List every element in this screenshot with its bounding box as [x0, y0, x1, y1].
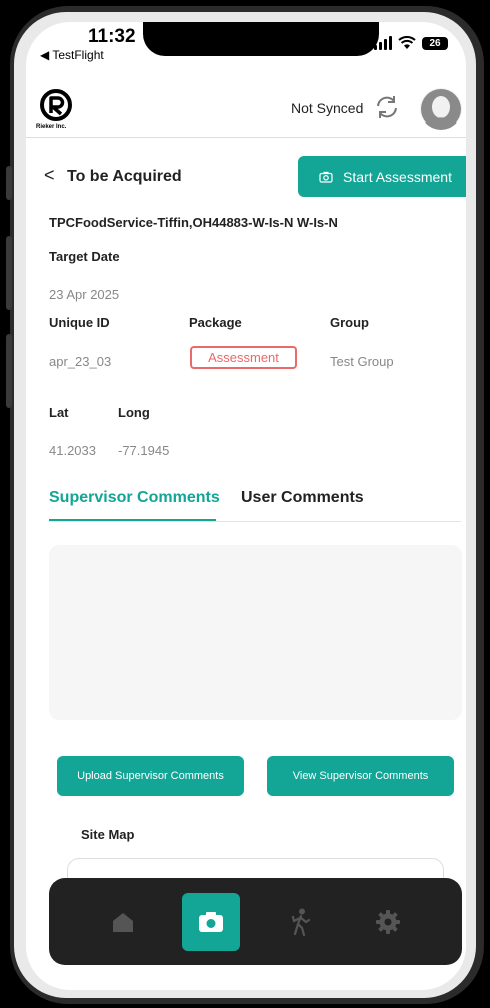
- tab-divider: [49, 521, 461, 522]
- nav-camera[interactable]: [182, 892, 241, 951]
- lat-value: 41.2033: [49, 443, 96, 458]
- unique-id-label: Unique ID: [49, 315, 110, 330]
- package-badge: Assessment: [190, 346, 297, 369]
- camera-outline-icon: [319, 171, 333, 183]
- wifi-icon: [398, 36, 416, 49]
- logo-caption: Rieker Inc.: [36, 124, 67, 130]
- view-supervisor-comments-button[interactable]: View Supervisor Comments: [267, 756, 454, 796]
- status-time: 11:32: [88, 26, 136, 47]
- app-header: Rieker Inc. Not Synced: [26, 80, 466, 138]
- signal-icon: [374, 36, 392, 50]
- sync-icon[interactable]: [374, 94, 400, 120]
- camera-icon: [199, 911, 224, 932]
- lat-label: Lat: [49, 405, 69, 420]
- dynamic-island: [143, 22, 379, 56]
- testflight-back-link[interactable]: ◀ TestFlight: [40, 48, 104, 62]
- site-map-label: Site Map: [81, 827, 135, 842]
- start-assessment-label: Start Assessment: [343, 168, 452, 185]
- volume-up-button: [6, 236, 12, 310]
- app-screen: 11:32 ◀ TestFlight 26 Rieker Inc. Not Sy…: [26, 22, 466, 990]
- long-value: -77.1945: [118, 443, 170, 458]
- nav-settings[interactable]: [359, 893, 417, 951]
- sync-status: Not Synced: [291, 100, 364, 116]
- target-date-label: Target Date: [49, 249, 120, 264]
- tab-supervisor-comments[interactable]: Supervisor Comments: [49, 489, 220, 507]
- walking-person-icon: [291, 908, 310, 936]
- unique-id-value: apr_23_03: [49, 354, 112, 369]
- target-date-value: 23 Apr 2025: [49, 287, 120, 302]
- nav-home[interactable]: [94, 893, 152, 951]
- back-button[interactable]: <: [44, 165, 55, 186]
- battery-indicator: 26: [422, 36, 448, 50]
- avatar[interactable]: [420, 88, 462, 130]
- status-indicators: 26: [374, 36, 448, 50]
- supervisor-comments-area[interactable]: [49, 545, 462, 720]
- user-avatar-icon: [421, 89, 461, 130]
- bottom-navigation: [49, 878, 462, 965]
- gear-icon: [375, 909, 400, 934]
- long-label: Long: [118, 405, 150, 420]
- page-title: To be Acquired: [67, 168, 182, 185]
- volume-down-button: [6, 334, 12, 408]
- active-tab-indicator: [49, 519, 216, 521]
- home-icon: [113, 912, 134, 932]
- group-value: Test Group: [330, 354, 394, 369]
- upload-supervisor-comments-button[interactable]: Upload Supervisor Comments: [57, 756, 244, 796]
- site-name: TPCFoodService-Tiffin,OH44883-W-Is-N W-I…: [49, 215, 338, 230]
- start-assessment-button[interactable]: Start Assessment: [298, 156, 466, 197]
- silent-switch: [6, 166, 12, 200]
- nav-walk[interactable]: [271, 893, 329, 951]
- group-label: Group: [330, 315, 369, 330]
- tab-user-comments[interactable]: User Comments: [241, 489, 364, 507]
- package-label: Package: [189, 315, 242, 330]
